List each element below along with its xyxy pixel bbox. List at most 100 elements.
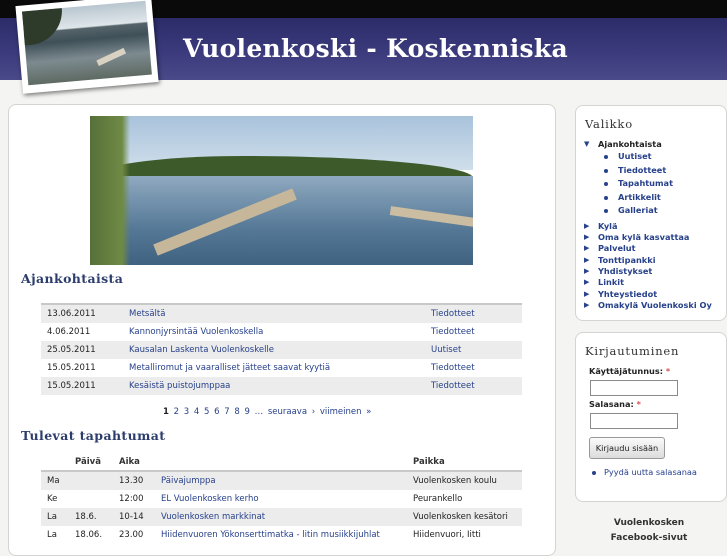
collapsed-triangle-icon: ▶: [584, 300, 590, 309]
menu-item-palvelut[interactable]: ▶ Palvelut: [584, 243, 712, 254]
main-content: Ajankohtaista 13.06.2011 Metsältä Tiedot…: [8, 104, 556, 556]
pager-ellipsis: …: [254, 407, 264, 417]
username-field[interactable]: [590, 380, 678, 396]
bullet-icon: [592, 471, 596, 475]
password-label: Salasana: *: [589, 399, 641, 409]
collapsed-triangle-icon: ▶: [584, 255, 590, 264]
lake-banner-image: [90, 116, 473, 265]
bullet-icon: [604, 195, 608, 200]
menu-item-omakyla-oy[interactable]: ▶ Omakylä Vuolenkoski Oy: [584, 300, 712, 311]
login-heading: Kirjautuminen: [585, 344, 680, 358]
submenu-item-tapahtumat[interactable]: Tapahtumat: [584, 177, 712, 191]
pager-page[interactable]: 2: [174, 407, 179, 417]
news-date: 4.06.2011: [41, 323, 123, 341]
menu-block: Valikko ▼ Ajankohtaista Uutiset Tiedottee…: [575, 105, 727, 321]
news-category-link[interactable]: Uutiset: [431, 345, 461, 355]
table-row: La 18.6. 10-14 Vuolenkosken markkinat Vu…: [41, 508, 522, 526]
event-date: 18.06.: [69, 526, 113, 544]
menu-item-yhdistykset[interactable]: ▶ Yhdistykset: [584, 266, 712, 277]
pager-page[interactable]: 3: [184, 407, 189, 417]
menu-item-yhteystiedot[interactable]: ▶ Yhteystiedot: [584, 289, 712, 300]
collapsed-triangle-icon: ▶: [584, 266, 590, 275]
col-day: Päivä: [75, 456, 101, 467]
bullet-icon: [604, 182, 608, 187]
news-category-link[interactable]: Tiedotteet: [431, 363, 475, 373]
main-menu: ▼ Ajankohtaista Uutiset Tiedotteet Tapaht…: [584, 139, 712, 311]
collapsed-triangle-icon: ▶: [584, 278, 590, 287]
event-place: Hiidenvuori, Iitti: [407, 526, 522, 544]
event-time: 13.30: [113, 471, 155, 490]
col-time: Aika: [119, 456, 140, 467]
header-photo: [15, 0, 159, 94]
event-time: 10-14: [113, 508, 155, 526]
submenu-item-tiedotteet[interactable]: Tiedotteet: [584, 164, 712, 178]
event-place: Peurankello: [407, 490, 522, 508]
login-block: Kirjautuminen Käyttäjätunnus: * Salasana…: [575, 332, 727, 502]
menu-item-linkit[interactable]: ▶ Linkit: [584, 277, 712, 288]
event-date: [69, 471, 113, 490]
collapsed-triangle-icon: ▶: [584, 221, 590, 230]
facebook-link[interactable]: Vuolenkosken Facebook-sivut: [590, 516, 708, 546]
collapsed-triangle-icon: ▶: [584, 244, 590, 253]
username-label: Käyttäjätunnus: *: [589, 366, 671, 376]
menu-item-kyla[interactable]: ▶ Kylä: [584, 221, 712, 232]
news-link[interactable]: Kannonjyrsintää Vuolenkoskella: [129, 327, 263, 337]
table-row: 4.06.2011 Kannonjyrsintää Vuolenkoskella…: [41, 323, 522, 341]
submenu-item-uutiset[interactable]: Uutiset: [584, 150, 712, 164]
menu-item-tonttipankki[interactable]: ▶ Tonttipankki: [584, 255, 712, 266]
news-date: 15.05.2011: [41, 377, 123, 395]
col-place: Paikka: [413, 456, 445, 467]
event-time: 23.00: [113, 526, 155, 544]
event-link[interactable]: EL Vuolenkosken kerho: [161, 494, 259, 504]
login-button[interactable]: Kirjaudu sisään: [589, 437, 665, 459]
request-password-link[interactable]: Pyydä uutta salasanaa: [592, 467, 697, 477]
news-category-link[interactable]: Tiedotteet: [431, 309, 475, 319]
news-table: 13.06.2011 Metsältä Tiedotteet 4.06.2011…: [41, 303, 522, 395]
table-row: 15.05.2011 Kesäistä puistojumppaa Tiedot…: [41, 377, 522, 395]
submenu-item-artikkelit[interactable]: Artikkelit: [584, 191, 712, 205]
menu-item-ajankohtaista[interactable]: ▼ Ajankohtaista: [584, 139, 712, 150]
pager-page[interactable]: 5: [204, 407, 209, 417]
collapsed-triangle-icon: ▶: [584, 289, 590, 298]
news-link[interactable]: Metalliromut ja vaaralliset jätteet saav…: [129, 363, 330, 373]
event-link[interactable]: Päivajumppa: [161, 476, 216, 486]
event-link[interactable]: Vuolenkosken markkinat: [161, 512, 265, 522]
site-title[interactable]: Vuolenkoski - Koskenniska: [183, 34, 568, 63]
pager-last[interactable]: viimeinen »: [320, 407, 372, 417]
table-row: La 18.06. 23.00 Hiidenvuoren Yökonsertti…: [41, 526, 522, 544]
menu-heading: Valikko: [585, 117, 633, 131]
pager-page[interactable]: 8: [234, 407, 239, 417]
submenu-item-galleriat[interactable]: Galleriat: [584, 204, 712, 218]
news-link[interactable]: Kesäistä puistojumppaa: [129, 381, 230, 391]
news-date: 25.05.2011: [41, 341, 123, 359]
bullet-icon: [604, 209, 608, 214]
table-row: Ke 12:00 EL Vuolenkosken kerho Peurankel…: [41, 490, 522, 508]
event-date: 18.6.: [69, 508, 113, 526]
pager-next[interactable]: seuraava ›: [268, 407, 315, 417]
table-row: 15.05.2011 Metalliromut ja vaaralliset j…: [41, 359, 522, 377]
news-category-link[interactable]: Tiedotteet: [431, 327, 475, 337]
event-weekday: La: [41, 526, 69, 544]
pager-page[interactable]: 6: [214, 407, 219, 417]
event-date: [69, 490, 113, 508]
bullet-icon: [604, 168, 608, 173]
event-time: 12:00: [113, 490, 155, 508]
news-link[interactable]: Metsältä: [129, 309, 165, 319]
news-category-link[interactable]: Tiedotteet: [431, 381, 475, 391]
pager-current: 1: [163, 407, 169, 417]
pager-page[interactable]: 7: [224, 407, 229, 417]
password-field[interactable]: [590, 413, 678, 429]
event-weekday: La: [41, 508, 69, 526]
collapsed-triangle-icon: ▶: [584, 233, 590, 242]
menu-item-oma-kyla[interactable]: ▶ Oma kylä kasvattaa: [584, 232, 712, 243]
table-row: 25.05.2011 Kausalan Laskenta Vuolenkoske…: [41, 341, 522, 359]
event-link[interactable]: Hiidenvuoren Yökonserttimatka - litin mu…: [161, 530, 380, 540]
news-date: 15.05.2011: [41, 359, 123, 377]
table-row: Ma 13.30 Päivajumppa Vuolenkosken koulu: [41, 471, 522, 490]
news-link[interactable]: Kausalan Laskenta Vuolenkoskelle: [129, 345, 274, 355]
events-heading: Tulevat tapahtumat: [21, 428, 166, 443]
pager-page[interactable]: 4: [194, 407, 199, 417]
pager-page[interactable]: 9: [245, 407, 250, 417]
pager: 1 2 3 4 5 6 7 8 9 … seuraava › viimeinen…: [163, 407, 371, 417]
expanded-triangle-icon: ▼: [584, 140, 590, 148]
